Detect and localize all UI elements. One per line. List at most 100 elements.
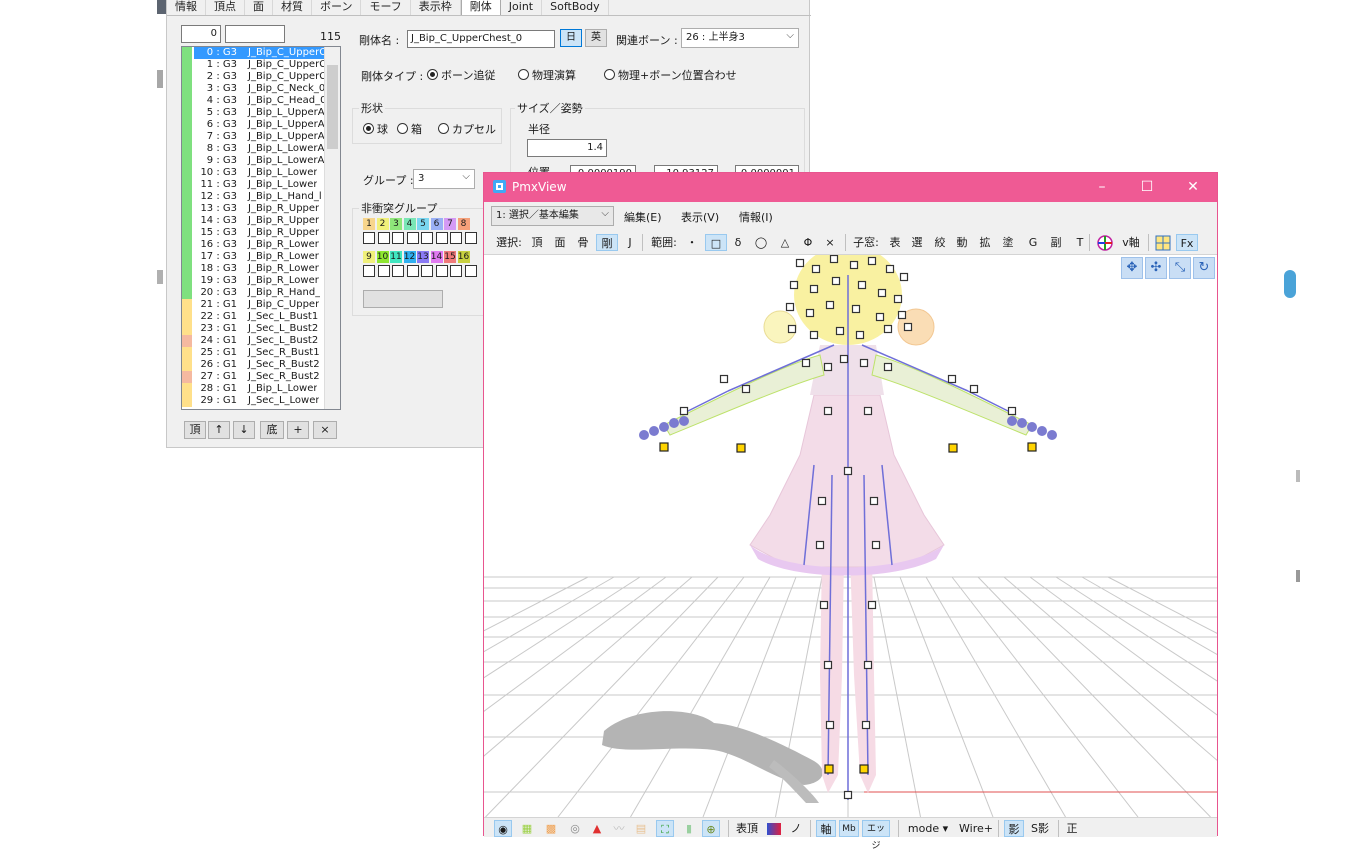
v-axis-button[interactable]: v軸 bbox=[1120, 234, 1142, 251]
morph-toggle-icon[interactable]: Mb bbox=[839, 820, 859, 837]
range-rect-button[interactable]: □ bbox=[705, 234, 727, 251]
tab-2[interactable]: 面 bbox=[245, 0, 273, 15]
collision-checkbox[interactable] bbox=[363, 265, 375, 277]
list-item[interactable]: 29 : G1 J_Sec_L_Lower bbox=[182, 395, 340, 407]
menu-info[interactable]: 情報(I) bbox=[739, 209, 773, 225]
body-display-icon[interactable]: ▮ bbox=[680, 820, 698, 837]
point-display-icon[interactable]: ◎ bbox=[566, 820, 584, 837]
list-item[interactable]: 26 : G1 J_Sec_R_Bust2 bbox=[182, 359, 340, 371]
tab-0[interactable]: 情報 bbox=[167, 0, 206, 15]
select-joint-button[interactable]: J bbox=[623, 234, 637, 251]
mode-dropdown[interactable]: mode ▾ bbox=[904, 820, 952, 837]
radio-icon[interactable] bbox=[518, 69, 529, 80]
collision-checkbox[interactable] bbox=[363, 232, 375, 244]
search-input[interactable] bbox=[225, 25, 285, 43]
rotate-icon[interactable]: ↻ bbox=[1193, 257, 1215, 279]
select-vertex-button[interactable]: 頂 bbox=[529, 234, 545, 251]
tab-3[interactable]: 材質 bbox=[273, 0, 312, 15]
list-item[interactable]: 8 : G3 J_Bip_L_LowerA bbox=[182, 143, 340, 155]
collision-checkbox[interactable] bbox=[464, 265, 477, 277]
color-swatch-icon[interactable] bbox=[767, 823, 781, 835]
list-button-5[interactable]: × bbox=[313, 421, 337, 439]
collision-checkbox[interactable] bbox=[377, 265, 390, 277]
list-item[interactable]: 25 : G1 J_Sec_R_Bust1 bbox=[182, 347, 340, 359]
grid-toggle-icon[interactable] bbox=[1155, 235, 1171, 251]
related-bone-select[interactable]: 26 : 上半身3 bbox=[681, 27, 799, 48]
shape-capsule[interactable]: カプセル bbox=[438, 121, 496, 137]
tab-8[interactable]: Joint bbox=[501, 0, 543, 15]
select-rigidbody-button[interactable]: 剛 bbox=[596, 234, 618, 251]
mode-select[interactable]: 1: 選択／基本編集 bbox=[491, 205, 614, 226]
lang-jp-button[interactable]: 日 bbox=[560, 29, 582, 47]
line-display-icon[interactable]: 〰 bbox=[610, 820, 628, 837]
fx-button[interactable]: Fx bbox=[1176, 234, 1198, 251]
list-item[interactable]: 4 : G3 J_Bip_C_Head_0 bbox=[182, 95, 340, 107]
child-window-button-8[interactable]: T bbox=[1073, 234, 1087, 251]
list-item[interactable]: 5 : G3 J_Bip_L_UpperA bbox=[182, 107, 340, 119]
body-type-physics[interactable]: 物理演算 bbox=[518, 67, 576, 83]
self-shadow-button[interactable]: S影 bbox=[1029, 820, 1051, 837]
list-item[interactable]: 9 : G3 J_Bip_L_LowerA bbox=[182, 155, 340, 167]
child-window-button-3[interactable]: 動 bbox=[955, 234, 969, 251]
list-button-1[interactable]: ↑ bbox=[208, 421, 230, 439]
child-window-button-5[interactable]: 塗 bbox=[1001, 234, 1015, 251]
list-item[interactable]: 3 : G3 J_Bip_C_Neck_0 bbox=[182, 83, 340, 95]
tab-5[interactable]: モーフ bbox=[361, 0, 411, 15]
list-item[interactable]: 2 : G3 J_Bip_C_UpperC bbox=[182, 71, 340, 83]
joint-display-icon[interactable]: ⊕ bbox=[702, 820, 720, 837]
list-item[interactable]: 27 : G1 J_Sec_R_Bust2 bbox=[182, 371, 340, 383]
tab-9[interactable]: SoftBody bbox=[542, 0, 609, 15]
group-select[interactable]: 3 bbox=[413, 168, 475, 189]
scrollbar-thumb[interactable] bbox=[327, 65, 338, 149]
shape-sphere[interactable]: 球 bbox=[363, 121, 388, 137]
select-face-button[interactable]: 面 bbox=[552, 234, 568, 251]
menu-edit[interactable]: 編集(E) bbox=[624, 209, 662, 225]
list-item[interactable]: 20 : G3 J_Bip_R_Hand_ bbox=[182, 287, 340, 299]
child-window-button-0[interactable]: 表 bbox=[888, 234, 902, 251]
list-item[interactable]: 17 : G3 J_Bip_R_Lower bbox=[182, 251, 340, 263]
mesh-display-icon[interactable]: ▩ bbox=[542, 820, 560, 837]
body-type-bone-follow[interactable]: ボーン追従 bbox=[427, 67, 495, 83]
collision-checkbox[interactable] bbox=[392, 232, 404, 244]
body-name-input[interactable]: J_Bip_C_UpperChest_0 bbox=[407, 30, 555, 48]
3d-viewport[interactable]: ✥ ✣ ⤡ ↻ bbox=[484, 255, 1217, 817]
material-display-icon[interactable]: ▤ bbox=[632, 820, 650, 837]
collision-checkbox[interactable] bbox=[450, 232, 462, 244]
list-item[interactable]: 7 : G3 J_Bip_L_UpperA bbox=[182, 131, 340, 143]
wire-plus-button[interactable]: Wire+ bbox=[958, 820, 994, 837]
collision-checkbox[interactable] bbox=[450, 265, 462, 277]
list-button-0[interactable]: 頂 bbox=[184, 421, 206, 439]
wire-display-icon[interactable]: ▦ bbox=[518, 820, 536, 837]
tab-1[interactable]: 頂点 bbox=[206, 0, 245, 15]
range-circle-button[interactable]: ◯ bbox=[753, 234, 769, 251]
collision-checkbox[interactable] bbox=[392, 265, 404, 277]
minimize-icon[interactable]: – bbox=[1092, 177, 1112, 197]
move-icon[interactable]: ✣ bbox=[1145, 257, 1167, 279]
list-button-3[interactable]: 底 bbox=[260, 421, 284, 439]
tab-4[interactable]: ボーン bbox=[312, 0, 362, 15]
list-item[interactable]: 13 : G3 J_Bip_R_Upper bbox=[182, 203, 340, 215]
pan-icon[interactable]: ✥ bbox=[1121, 257, 1143, 279]
radius-input[interactable]: 1.4 bbox=[527, 139, 607, 157]
range-delta-button[interactable]: δ bbox=[731, 234, 745, 251]
rigid-body-list[interactable]: 0 : G3 J_Bip_C_UpperC 1 : G3 J_Bip_C_UpperC… bbox=[181, 46, 341, 410]
close-icon[interactable]: ✕ bbox=[1183, 177, 1203, 197]
list-item[interactable]: 18 : G3 J_Bip_R_Lower bbox=[182, 263, 340, 275]
list-item[interactable]: 22 : G1 J_Sec_L_Bust1 bbox=[182, 311, 340, 323]
child-window-button-6[interactable]: G bbox=[1026, 234, 1040, 251]
edge-toggle-button[interactable]: エッジ bbox=[862, 820, 890, 851]
collision-checkbox[interactable] bbox=[377, 232, 390, 244]
collision-checkbox[interactable] bbox=[406, 232, 419, 244]
range-clear-button[interactable]: × bbox=[823, 234, 837, 251]
shadow-toggle-button[interactable]: 影 bbox=[1004, 820, 1024, 837]
noncollision-apply-button[interactable] bbox=[363, 290, 443, 308]
list-button-4[interactable]: + bbox=[287, 421, 309, 439]
child-window-button-1[interactable]: 選 bbox=[910, 234, 924, 251]
list-item[interactable]: 28 : G1 J_Bip_L_Lower bbox=[182, 383, 340, 395]
collision-checkbox[interactable] bbox=[406, 265, 419, 277]
list-item[interactable]: 24 : G1 J_Sec_L_Bust2 bbox=[182, 335, 340, 347]
list-scrollbar[interactable] bbox=[324, 47, 340, 409]
vertex-display-icon[interactable]: ◉ bbox=[494, 820, 512, 837]
radio-icon[interactable] bbox=[363, 123, 374, 134]
list-item[interactable]: 15 : G3 J_Bip_R_Upper bbox=[182, 227, 340, 239]
